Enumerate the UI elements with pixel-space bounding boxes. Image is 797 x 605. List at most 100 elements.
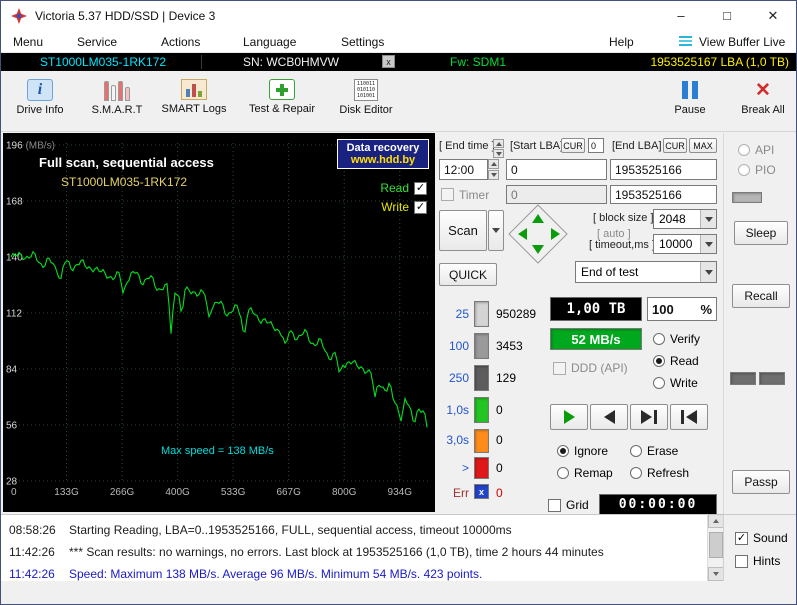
timer-checkbox[interactable] <box>441 188 454 201</box>
scroll-down-button[interactable] <box>708 567 724 581</box>
radio-icon[interactable] <box>630 445 642 457</box>
minimize-button[interactable]: – <box>658 1 704 30</box>
speed-bin-block <box>474 301 489 327</box>
log-time: 11:42:26 <box>9 545 55 559</box>
spin-up-icon[interactable] <box>493 139 504 148</box>
smart-button[interactable]: S.M.A.R.T <box>87 75 147 129</box>
menu-item-actions[interactable]: Actions <box>157 31 204 53</box>
start-test-button[interactable] <box>550 404 588 430</box>
end-lba-input[interactable]: 1953525166 <box>610 159 717 180</box>
pio-option[interactable]: PIO <box>738 163 776 177</box>
graph-series-toggles: Read ✓ Write ✓ <box>380 181 427 214</box>
dropdown-arrow-icon[interactable] <box>700 210 716 228</box>
action-refresh-label: Refresh <box>647 466 690 480</box>
menu-item-menu[interactable]: Menu <box>9 31 47 53</box>
spin-up-icon[interactable] <box>488 159 499 169</box>
spin-down-icon[interactable] <box>488 170 499 180</box>
sound-label: Sound <box>753 531 788 545</box>
seek-back-button[interactable] <box>670 404 708 430</box>
speed-bin-count: 0 <box>496 461 503 475</box>
speed-bin-label: 250 <box>448 371 469 385</box>
end-of-test-combo[interactable]: End of test <box>575 261 717 283</box>
radio-icon[interactable] <box>653 355 665 367</box>
scrollbar-thumb[interactable] <box>709 532 723 558</box>
timer-value-input[interactable]: 0 <box>506 185 607 204</box>
end-time-label-spinner[interactable] <box>493 139 504 158</box>
reverse-button[interactable] <box>590 404 628 430</box>
menu-item-settings[interactable]: Settings <box>337 31 388 53</box>
end-time-spinner[interactable] <box>488 159 499 180</box>
speed-bin-block <box>474 397 489 423</box>
dropdown-arrow-icon[interactable] <box>700 262 716 282</box>
menu-item-language[interactable]: Language <box>239 31 300 53</box>
grid-option[interactable]: Grid <box>548 498 589 512</box>
maximize-button[interactable]: □ <box>704 1 750 30</box>
test-repair-button[interactable]: Test & Repair <box>243 75 321 129</box>
menu-item-view-buffer[interactable]: View Buffer Live <box>695 31 789 53</box>
ddd-api-option[interactable]: DDD (API) <box>553 361 628 375</box>
api-option[interactable]: API <box>738 143 774 157</box>
sound-option[interactable]: ✓ Sound <box>735 531 788 545</box>
timeout-combo[interactable]: 10000 <box>653 234 717 254</box>
radio-icon[interactable] <box>738 144 750 156</box>
radio-icon[interactable] <box>653 333 665 345</box>
pad-down-icon[interactable] <box>532 245 544 254</box>
hints-checkbox[interactable] <box>735 554 748 568</box>
radio-icon[interactable] <box>557 445 569 457</box>
action-refresh-option[interactable]: Refresh <box>630 466 689 480</box>
start-lba-cur-button[interactable]: CUR <box>561 138 585 153</box>
end-time-input[interactable]: 12:00 <box>439 159 488 180</box>
close-button[interactable]: ✕ <box>750 1 796 30</box>
mode-write-option[interactable]: Write <box>653 376 698 390</box>
end-lba-cur-button[interactable]: CUR <box>663 138 687 153</box>
svg-text:112: 112 <box>6 309 22 320</box>
break-all-button[interactable]: ✕ Break All <box>733 75 793 129</box>
smart-logs-button[interactable]: SMART Logs <box>161 75 227 129</box>
write-toggle-label: Write <box>381 200 409 214</box>
write-checkbox[interactable]: ✓ <box>414 200 427 214</box>
svg-text:133G: 133G <box>54 487 79 498</box>
mode-read-option[interactable]: Read <box>653 354 699 368</box>
mode-write-label: Write <box>670 376 698 390</box>
action-erase-option[interactable]: Erase <box>630 444 678 458</box>
start-lba-input[interactable]: 0 <box>506 159 607 180</box>
ddd-checkbox[interactable] <box>553 361 566 375</box>
disk-editor-button[interactable]: 110011 010110 101001 Disk Editor <box>333 75 399 129</box>
direction-pad[interactable] <box>508 204 568 264</box>
dropdown-arrow-icon[interactable] <box>700 235 716 253</box>
pause-button[interactable]: Pause <box>663 75 717 129</box>
sleep-button[interactable]: Sleep <box>734 221 788 245</box>
passp-button[interactable]: Passp <box>732 470 790 494</box>
read-checkbox[interactable]: ✓ <box>414 181 427 195</box>
menu-item-help[interactable]: Help <box>605 31 638 53</box>
drive-info-button[interactable]: i Drive Info <box>9 75 71 129</box>
seek-forward-button[interactable] <box>630 404 668 430</box>
spin-down-icon[interactable] <box>493 149 504 158</box>
action-ignore-option[interactable]: Ignore <box>557 444 608 458</box>
scan-dropdown-button[interactable] <box>488 210 504 251</box>
quick-button[interactable]: QUICK <box>439 263 497 286</box>
scroll-up-button[interactable] <box>708 514 724 528</box>
sound-checkbox[interactable]: ✓ <box>735 531 748 545</box>
block-size-combo[interactable]: 2048 <box>653 209 717 229</box>
scan-button[interactable]: Scan <box>439 210 487 251</box>
recall-button[interactable]: Recall <box>732 284 790 308</box>
end-lba-max-button[interactable]: MAX <box>689 138 717 153</box>
pad-right-icon[interactable] <box>551 228 560 240</box>
small-x-icon: x <box>386 57 391 67</box>
pad-left-icon[interactable] <box>518 228 527 240</box>
radio-icon[interactable] <box>557 467 569 479</box>
pad-up-icon[interactable] <box>532 214 544 223</box>
grid-checkbox[interactable] <box>548 498 561 512</box>
radio-icon[interactable] <box>630 467 642 479</box>
action-remap-option[interactable]: Remap <box>557 466 613 480</box>
menu-item-service[interactable]: Service <box>73 31 121 53</box>
hints-option[interactable]: Hints <box>735 554 780 568</box>
mode-verify-option[interactable]: Verify <box>653 332 700 346</box>
end-lba-input-2[interactable]: 1953525166 <box>610 185 717 204</box>
svg-text:0: 0 <box>11 487 17 498</box>
radio-icon[interactable] <box>653 377 665 389</box>
radio-icon[interactable] <box>738 164 750 176</box>
info-close-button[interactable]: x <box>382 55 395 68</box>
log-scrollbar[interactable] <box>707 514 724 581</box>
